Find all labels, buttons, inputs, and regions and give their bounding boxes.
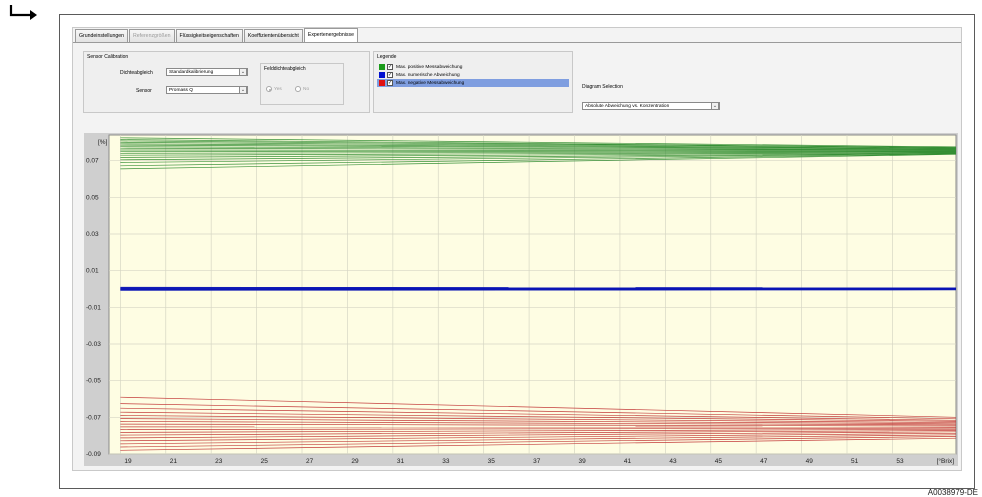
x-tick-label: 35 bbox=[488, 458, 496, 465]
x-tick-label: 43 bbox=[669, 458, 677, 465]
tab-bar: Grundeinstellungen Referenzgrößen Flüssi… bbox=[75, 28, 359, 43]
chevron-down-icon[interactable]: ⌄ bbox=[239, 68, 247, 76]
sensor-label: Sensor bbox=[136, 88, 152, 94]
checkbox-checked-icon[interactable]: ✓ bbox=[387, 72, 393, 78]
x-tick-label: 39 bbox=[579, 458, 587, 465]
y-tick-label: 0.01 bbox=[86, 268, 99, 275]
dichteabgleich-label: Dichteabgleich bbox=[120, 70, 153, 76]
sensor-select[interactable]: Promass Q ⌄ bbox=[166, 86, 248, 94]
dichteabgleich-select[interactable]: Standardkalibrierung ⌄ bbox=[166, 68, 248, 76]
radio-no-label: No bbox=[303, 86, 310, 92]
x-tick-label: 53 bbox=[896, 458, 904, 465]
x-tick-label: 51 bbox=[851, 458, 859, 465]
legend-list: ✓ Max. positive Messabweichung ✓ Max. nu… bbox=[377, 63, 569, 87]
legend-title: Legende bbox=[377, 54, 397, 60]
x-tick-label: 37 bbox=[533, 458, 541, 465]
y-tick-label: -0.05 bbox=[86, 378, 101, 385]
chevron-down-icon[interactable]: ⌄ bbox=[711, 102, 719, 110]
x-tick-label: 21 bbox=[170, 458, 178, 465]
tab-divider bbox=[73, 42, 961, 43]
x-tick-label: 49 bbox=[806, 458, 814, 465]
return-arrow-icon bbox=[9, 5, 37, 20]
tab-grundeinstellungen[interactable]: Grundeinstellungen bbox=[75, 29, 128, 43]
x-tick-label: 19 bbox=[124, 458, 132, 465]
diagram-selection-value: Absolute Abweichung vs. Konzentration bbox=[585, 104, 670, 109]
y-tick-label: 0.05 bbox=[86, 194, 99, 201]
x-tick-label: 25 bbox=[261, 458, 269, 465]
felddichteabgleich-title: Felddichteabgleich bbox=[264, 66, 306, 72]
legend-item-label: Max. numerische Abweichung bbox=[396, 72, 460, 78]
green-swatch-icon bbox=[379, 64, 385, 70]
checkbox-checked-icon[interactable]: ✓ bbox=[387, 80, 393, 86]
y-tick-label: -0.07 bbox=[86, 414, 101, 421]
tab-referenzgroessen[interactable]: Referenzgrößen bbox=[129, 29, 175, 43]
y-unit-label: [%] bbox=[98, 139, 108, 146]
legend-item-label: Max. negative Messabweichung bbox=[396, 80, 465, 86]
radio-yes[interactable]: Yes bbox=[266, 86, 282, 92]
y-tick-label: -0.09 bbox=[86, 451, 101, 458]
tab-koeffizientenuebersicht[interactable]: Koeffizientenübersicht bbox=[243, 29, 303, 43]
x-tick-label: 23 bbox=[215, 458, 223, 465]
radio-selected-icon bbox=[266, 86, 272, 92]
x-unit-label: [°Brix] bbox=[937, 457, 955, 465]
x-tick-label: 41 bbox=[624, 458, 632, 465]
sensor-calibration-title: Sensor Calibration bbox=[87, 54, 129, 60]
expert-results-window: Grundeinstellungen Referenzgrößen Flüssi… bbox=[72, 27, 962, 471]
y-tick-label: -0.01 bbox=[86, 304, 101, 311]
y-tick-label: 0.07 bbox=[86, 158, 99, 165]
chevron-down-icon[interactable]: ⌄ bbox=[239, 86, 247, 94]
screenshot-frame: Grundeinstellungen Referenzgrößen Flüssi… bbox=[59, 14, 975, 489]
y-tick-label: -0.03 bbox=[86, 341, 101, 348]
plot-area bbox=[108, 134, 957, 455]
radio-yes-label: Yes bbox=[274, 86, 282, 92]
x-tick-label: 45 bbox=[715, 458, 723, 465]
diagram-selection-label: Diagram Selection bbox=[582, 84, 623, 90]
legend-item-label: Max. positive Messabweichung bbox=[396, 64, 463, 70]
legend-item-numerical[interactable]: ✓ Max. numerische Abweichung bbox=[377, 71, 569, 79]
x-tick-label: 31 bbox=[397, 458, 405, 465]
x-tick-label: 33 bbox=[442, 458, 450, 465]
legend-item-positive[interactable]: ✓ Max. positive Messabweichung bbox=[377, 63, 569, 71]
deviation-chart-svg: 19 21 23 25 27 29 31 33 35 37 39 41 43 45 47 49 51 53 0.07… bbox=[84, 133, 958, 466]
y-tick-label: 0.03 bbox=[86, 231, 99, 238]
radio-no[interactable]: No bbox=[295, 86, 309, 92]
deviation-chart: 19 21 23 25 27 29 31 33 35 37 39 41 43 45 47 49 51 53 0.07… bbox=[84, 133, 958, 466]
checkbox-checked-icon[interactable]: ✓ bbox=[387, 64, 393, 70]
blue-swatch-icon bbox=[379, 72, 385, 78]
x-tick-label: 27 bbox=[306, 458, 314, 465]
tab-expertenergebnisse[interactable]: Expertenergebnisse bbox=[303, 28, 358, 43]
sensor-calibration-group: Sensor Calibration Dichteabgleich Standa… bbox=[83, 51, 370, 113]
felddichteabgleich-group: Felddichteabgleich Yes No bbox=[260, 63, 344, 105]
legend-group: Legende ✓ Max. positive Messabweichung ✓… bbox=[373, 51, 573, 113]
figure-id: A0038979-DE bbox=[927, 488, 978, 497]
legend-item-negative[interactable]: ✓ Max. negative Messabweichung bbox=[377, 79, 569, 87]
dichteabgleich-value: Standardkalibrierung bbox=[169, 70, 214, 75]
sensor-value: Promass Q bbox=[169, 88, 193, 93]
tab-fluessigkeitseigenschaften[interactable]: Flüssigkeitseigenschaften bbox=[175, 29, 243, 43]
x-tick-label: 47 bbox=[760, 458, 768, 465]
diagram-selection-select[interactable]: Absolute Abweichung vs. Konzentration ⌄ bbox=[582, 102, 720, 110]
x-tick-label: 29 bbox=[351, 458, 359, 465]
red-swatch-icon bbox=[379, 80, 385, 86]
radio-unselected-icon bbox=[295, 86, 301, 92]
